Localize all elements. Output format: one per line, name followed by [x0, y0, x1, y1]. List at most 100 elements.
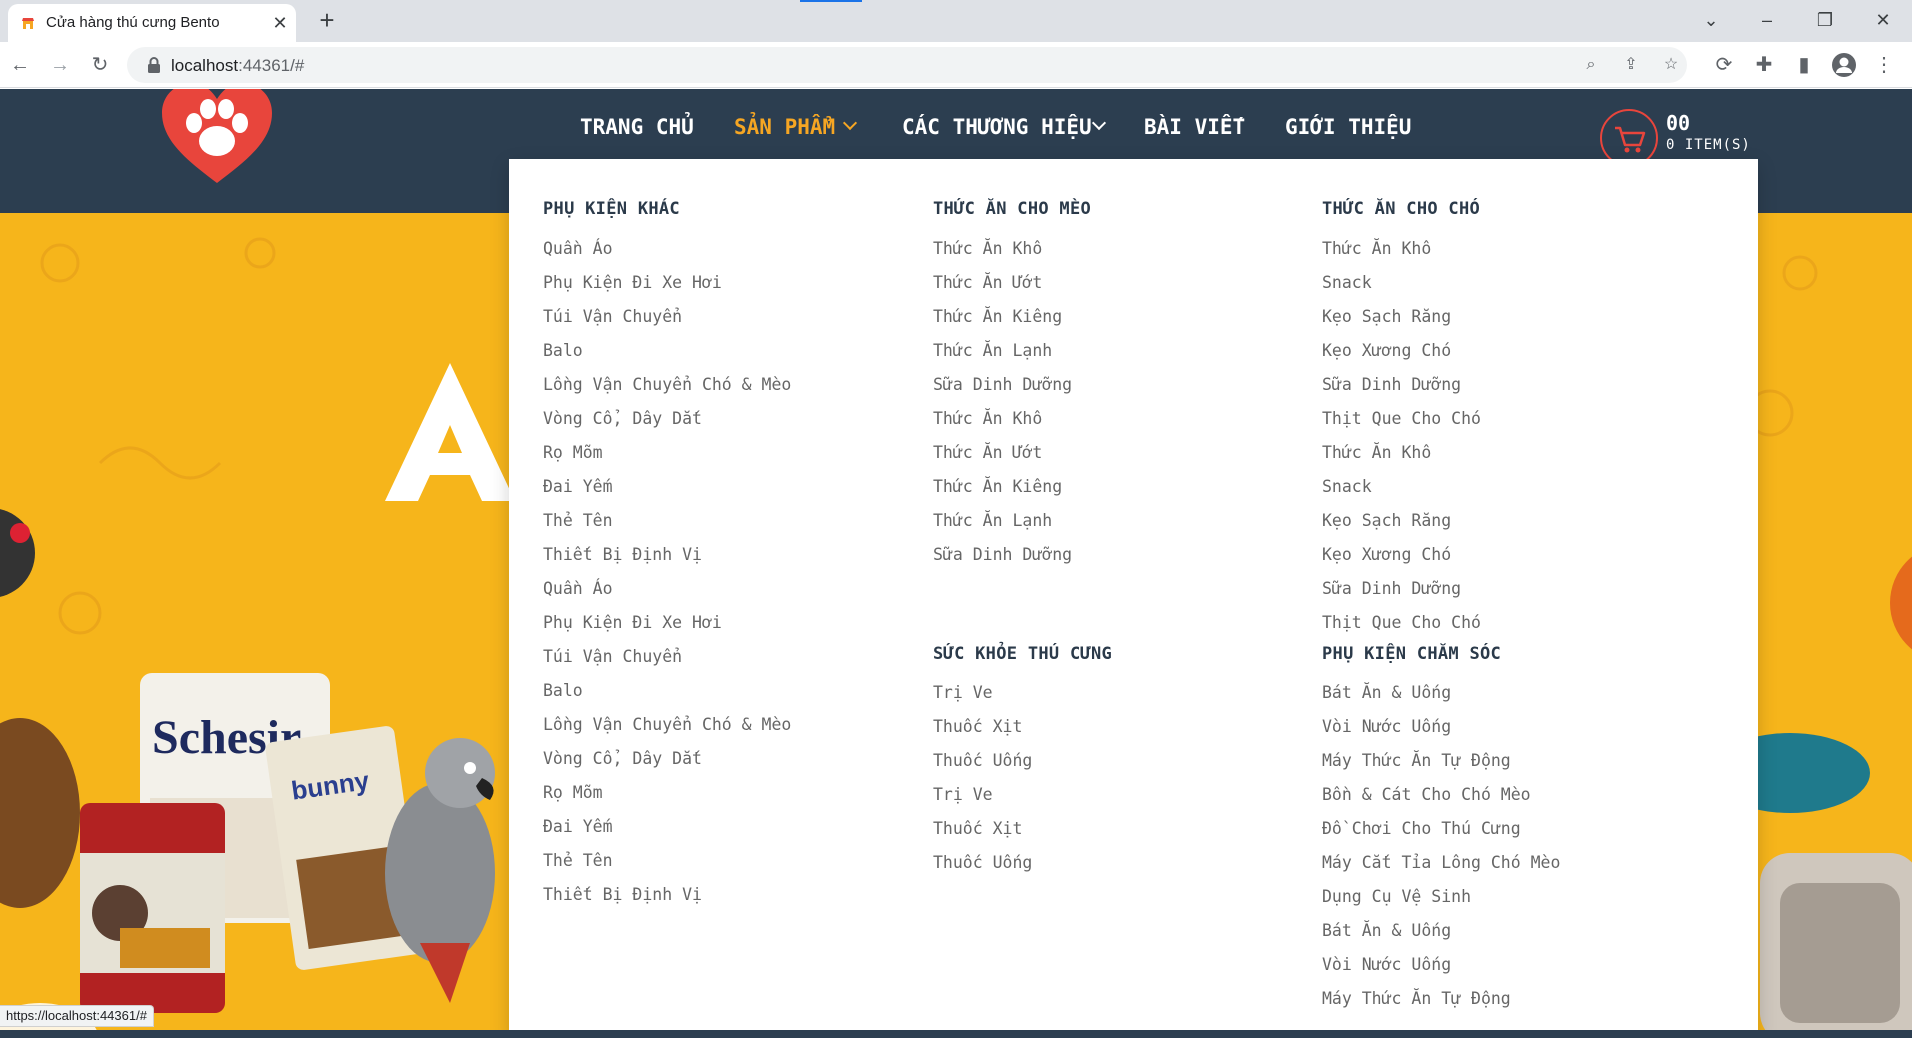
- menu-item-link[interactable]: Kẹo Sạch Răng: [1322, 511, 1481, 545]
- menu-item-link[interactable]: Sữa Dinh Dưỡng: [1322, 579, 1481, 613]
- menu-item-link[interactable]: Lồng Vận Chuyển Chó & Mèo: [543, 715, 791, 749]
- menu-item-link[interactable]: Máy Cắt Tỉa Lông Chó Mèo: [1322, 853, 1560, 887]
- menu-item-link[interactable]: Thức Ăn Kiêng: [933, 307, 1072, 341]
- menu-item-link[interactable]: Thuốc Xịt: [933, 819, 1032, 853]
- menu-item-link[interactable]: Thức Ăn Khô: [1322, 443, 1481, 477]
- menu-item-link[interactable]: Kẹo Xương Chó: [1322, 545, 1481, 579]
- menu-item-link[interactable]: Túi Vận Chuyển: [543, 647, 791, 681]
- menu-list: Thức Ăn Khô Snack Kẹo Sạch Răng Kẹo Xương C…: [1322, 239, 1481, 647]
- menu-item-link[interactable]: Trị Ve: [933, 785, 1032, 819]
- menu-item-link[interactable]: Balo: [543, 341, 791, 375]
- menu-item-link[interactable]: Snack: [1322, 477, 1481, 511]
- new-tab-button[interactable]: +: [313, 7, 341, 35]
- menu-item-link[interactable]: Thẻ Tên: [543, 851, 791, 885]
- nav-bai-viet[interactable]: BÀI VIẾT: [1144, 115, 1245, 139]
- menu-item-link[interactable]: Vòi Nước Uống: [1322, 717, 1560, 751]
- menu-item-link[interactable]: Vòi Nước Uống: [1322, 955, 1560, 989]
- menu-item-link[interactable]: Bồn & Cát Cho Chó Mèo: [1322, 785, 1560, 819]
- menu-item-link[interactable]: Vòng Cổ, Dây Dắt: [543, 409, 791, 443]
- menu-item-link[interactable]: Thịt Que Cho Chó: [1322, 409, 1481, 443]
- url-text: localhost:44361/#: [171, 56, 304, 76]
- menu-item-link[interactable]: Thức Ăn Lạnh: [933, 341, 1072, 375]
- menu-list: Trị Ve Thuốc Xịt Thuốc Uống Trị Ve Thuốc Xịt…: [933, 683, 1032, 887]
- menu-item-link[interactable]: Phụ Kiện Đi Xe Hơi: [543, 273, 791, 307]
- menu-item-link[interactable]: Thức Ăn Khô: [933, 239, 1072, 273]
- menu-item-link[interactable]: Phụ Kiện Đi Xe Hơi: [543, 613, 791, 647]
- chevron-down-icon: [843, 115, 858, 131]
- menu-item-link[interactable]: Sữa Dinh Dưỡng: [933, 545, 1072, 579]
- menu-item-link[interactable]: Rọ Mõm: [543, 783, 791, 817]
- menu-item-link[interactable]: Quần Áo: [543, 239, 791, 273]
- menu-heading[interactable]: PHỤ KIỆN KHÁC: [543, 199, 680, 219]
- menu-item-link[interactable]: Sữa Dinh Dưỡng: [933, 375, 1072, 409]
- menu-item-link[interactable]: Thiết Bị Định Vị: [543, 545, 791, 579]
- window-close-icon[interactable]: ✕: [1868, 7, 1898, 33]
- menu-item-link[interactable]: Thuốc Xịt: [933, 717, 1032, 751]
- tab-strip-indicator: [800, 0, 862, 2]
- menu-item-link[interactable]: Thức Ăn Ướt: [933, 443, 1072, 477]
- menu-item-link[interactable]: Thức Ăn Kiêng: [933, 477, 1072, 511]
- bottom-strip: [0, 1030, 1912, 1038]
- menu-item-link[interactable]: Thức Ăn Khô: [933, 409, 1072, 443]
- sidepanel-icon[interactable]: ▮: [1790, 51, 1818, 79]
- reload-icon[interactable]: ↻: [86, 51, 114, 79]
- minimize-icon[interactable]: –: [1752, 7, 1782, 33]
- back-icon[interactable]: ←: [6, 51, 34, 79]
- menu-item-link[interactable]: Balo: [543, 681, 791, 715]
- nav-gioi-thieu[interactable]: GIỚI THIỆU: [1285, 115, 1411, 139]
- menu-item-link[interactable]: Thuốc Uống: [933, 853, 1032, 887]
- menu-item-link[interactable]: Snack: [1322, 273, 1481, 307]
- nav-trang-chu[interactable]: TRANG CHỦ: [580, 115, 694, 139]
- menu-heading[interactable]: SỨC KHỎE THÚ CƯNG: [933, 644, 1112, 664]
- menu-heading[interactable]: PHỤ KIỆN CHĂM SÓC: [1322, 644, 1501, 664]
- menu-item-link[interactable]: Thuốc Uống: [933, 751, 1032, 785]
- extension-icon[interactable]: ⟳: [1710, 51, 1738, 79]
- tab-title: Cửa hàng thú cưng Bento: [46, 14, 220, 31]
- menu-item-link[interactable]: Túi Vận Chuyển: [543, 307, 791, 341]
- cart-items-label: 0 ITEM(S): [1666, 137, 1751, 153]
- nav-cac-thuong-hieu[interactable]: CÁC THƯƠNG HIỆU: [902, 115, 1106, 139]
- menu-item-link[interactable]: Lồng Vận Chuyển Chó & Mèo: [543, 375, 791, 409]
- browser-toolbar: ← → ↻ localhost:44361/# ⌕ ⇪ ☆ ⟳ ✚ ▮ ⋮: [0, 42, 1912, 88]
- browser-tab[interactable]: Cửa hàng thú cưng Bento ✕: [8, 4, 296, 42]
- menu-item-link[interactable]: Trị Ve: [933, 683, 1032, 717]
- address-bar[interactable]: localhost:44361/# ⌕ ⇪ ☆: [127, 47, 1687, 83]
- menu-item-link[interactable]: Thức Ăn Khô: [1322, 239, 1481, 273]
- nav-san-pham[interactable]: SẢN PHẨM: [734, 115, 858, 139]
- menu-item-link[interactable]: Vòng Cổ, Dây Dắt: [543, 749, 791, 783]
- menu-item-link[interactable]: Kẹo Sạch Răng: [1322, 307, 1481, 341]
- menu-item-link[interactable]: Thẻ Tên: [543, 511, 791, 545]
- menu-item-link[interactable]: Máy Thức Ăn Tự Động: [1322, 989, 1560, 1023]
- menu-item-link[interactable]: Dụng Cụ Vệ Sinh: [1322, 887, 1560, 921]
- menu-item-link[interactable]: Đai Yếm: [543, 817, 791, 851]
- star-icon[interactable]: ☆: [1659, 53, 1683, 77]
- puzzle-icon[interactable]: ✚: [1750, 51, 1778, 79]
- menu-item-link[interactable]: Thức Ăn Ướt: [933, 273, 1072, 307]
- menu-heading[interactable]: THỨC ĂN CHO MÈO: [933, 199, 1091, 219]
- share-icon[interactable]: ⇪: [1619, 53, 1643, 77]
- menu-item-link[interactable]: Bát Ăn & Uống: [1322, 683, 1560, 717]
- menu-item-link[interactable]: Rọ Mõm: [543, 443, 791, 477]
- menu-item-link[interactable]: Sữa Dinh Dưỡng: [1322, 375, 1481, 409]
- menu-item-link[interactable]: Thịt Que Cho Chó: [1322, 613, 1481, 647]
- menu-item-link[interactable]: Thức Ăn Lạnh: [933, 511, 1072, 545]
- forward-icon[interactable]: →: [46, 51, 74, 79]
- zoom-icon[interactable]: ⌕: [1579, 53, 1603, 77]
- menu-item-link[interactable]: Máy Thức Ăn Tự Động: [1322, 751, 1560, 785]
- tab-close-icon[interactable]: ✕: [270, 13, 290, 33]
- menu-item-link[interactable]: Kẹo Xương Chó: [1322, 341, 1481, 375]
- menu-item-link[interactable]: Thiết Bị Định Vị: [543, 885, 791, 919]
- menu-item-link[interactable]: Quần Áo: [543, 579, 791, 613]
- menu-item-link[interactable]: Đai Yếm: [543, 477, 791, 511]
- menu-heading[interactable]: THỨC ĂN CHO CHÓ: [1322, 199, 1480, 219]
- url-host: localhost: [171, 56, 239, 75]
- menu-item-link[interactable]: Đồ Chơi Cho Thú Cưng: [1322, 819, 1560, 853]
- profile-icon[interactable]: [1830, 51, 1858, 79]
- shop-favicon-icon: [22, 18, 34, 29]
- tab-search-icon[interactable]: ⌄: [1696, 7, 1726, 33]
- browser-tab-strip: Cửa hàng thú cưng Bento ✕ + ⌄ – ❐ ✕: [0, 0, 1912, 42]
- menu-icon[interactable]: ⋮: [1870, 51, 1898, 79]
- paw-heart-logo[interactable]: [158, 89, 276, 187]
- menu-item-link[interactable]: Bát Ăn & Uống: [1322, 921, 1560, 955]
- restore-icon[interactable]: ❐: [1810, 7, 1840, 33]
